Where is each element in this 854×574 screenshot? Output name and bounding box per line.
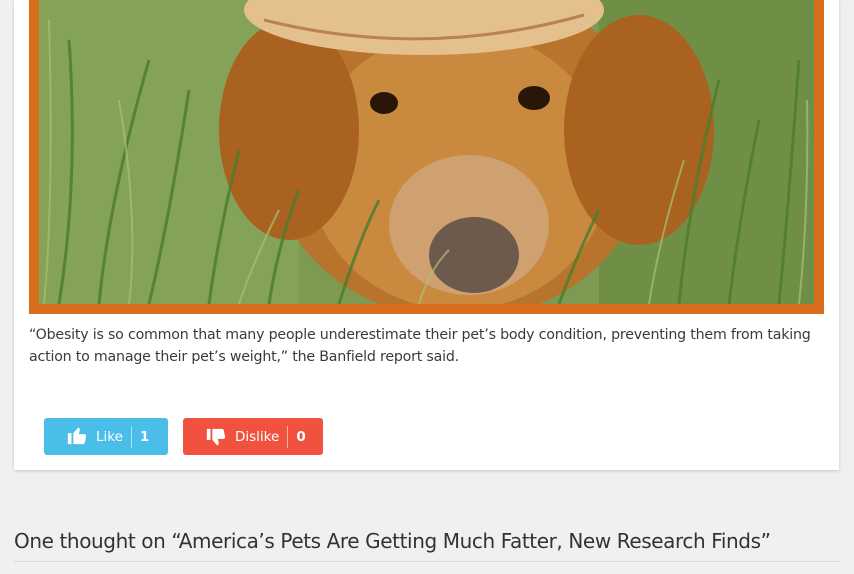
- article-image-frame: [29, 0, 824, 314]
- dislike-count: 0: [296, 428, 306, 445]
- comments-title: One thought on “America’s Pets Are Getti…: [14, 529, 771, 553]
- thumbs-up-icon: [66, 424, 88, 446]
- comments-divider: [14, 561, 839, 562]
- dislike-separator: [287, 425, 289, 448]
- page: “Obesity is so common that many people u…: [0, 0, 854, 574]
- article-image: [39, 0, 814, 304]
- like-label: Like: [96, 428, 123, 445]
- article-card: “Obesity is so common that many people u…: [14, 0, 839, 470]
- dislike-button[interactable]: Dislike 0: [183, 418, 323, 455]
- like-separator: [130, 425, 132, 448]
- like-count: 1: [139, 428, 150, 445]
- dislike-label: Dislike: [235, 428, 280, 445]
- article-quote: “Obesity is so common that many people u…: [29, 327, 811, 365]
- like-button[interactable]: Like 1: [44, 418, 168, 455]
- thumbs-down-icon: [205, 427, 227, 449]
- dog-in-grass-illustration: [39, 0, 814, 304]
